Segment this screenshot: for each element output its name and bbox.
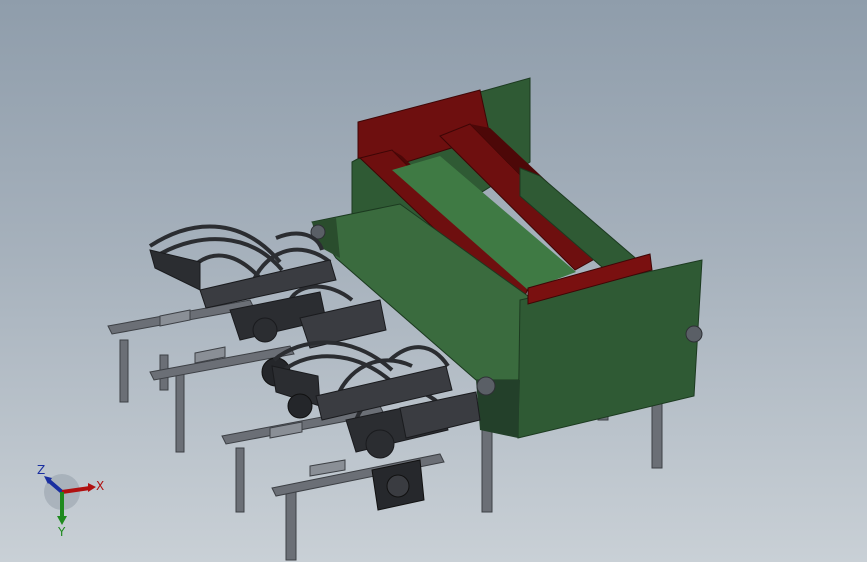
graphics-viewport[interactable]: Z X Y (0, 0, 867, 562)
z-axis-label: Z (37, 463, 45, 477)
orientation-triad[interactable]: Z X Y (28, 458, 118, 538)
y-axis-label: Y (57, 525, 66, 538)
machine-3d-model[interactable] (0, 0, 867, 562)
x-axis-label: X (96, 479, 104, 493)
